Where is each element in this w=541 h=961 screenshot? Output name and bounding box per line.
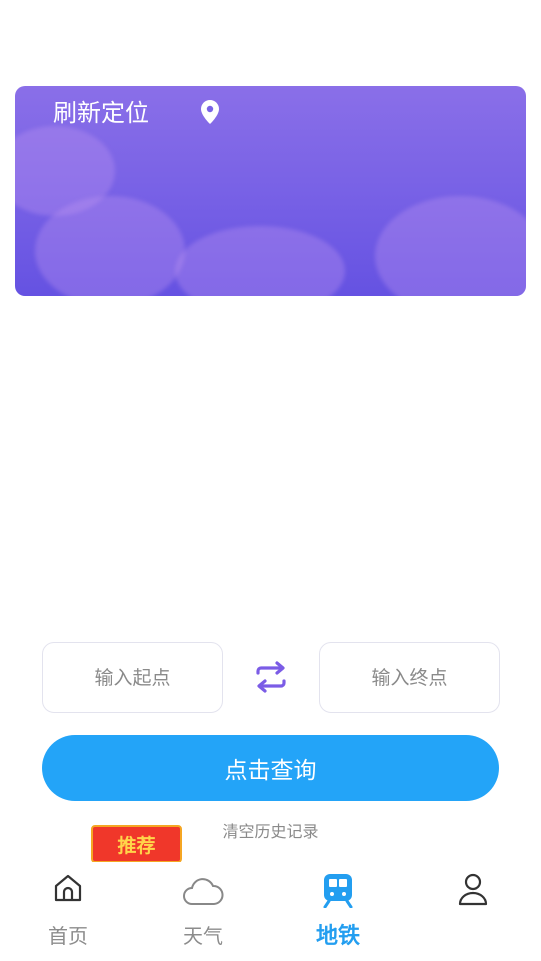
tab-home[interactable]: 首页 — [13, 862, 123, 961]
location-pin-icon[interactable] — [201, 100, 219, 124]
home-icon — [54, 874, 82, 902]
user-icon — [458, 873, 488, 906]
end-input[interactable] — [320, 666, 499, 689]
bottom-tab-bar: 首页 天气 地铁 — [0, 862, 541, 961]
cloud-decoration — [375, 196, 526, 296]
start-field[interactable] — [42, 642, 223, 713]
recommend-badge[interactable]: 推荐 — [91, 825, 182, 863]
cloud-decoration — [35, 196, 185, 296]
cloud-icon — [183, 878, 224, 905]
train-icon — [323, 874, 353, 908]
tab-label: 天气 — [183, 924, 223, 948]
cloud-decoration — [175, 226, 345, 296]
query-button[interactable]: 点击查询 — [42, 735, 499, 801]
end-field[interactable] — [319, 642, 500, 713]
tab-label: 首页 — [48, 924, 88, 948]
clear-history-link[interactable]: 清空历史记录 — [0, 818, 541, 842]
tab-subway[interactable]: 地铁 — [283, 862, 393, 961]
location-banner: 刷新定位 — [15, 86, 526, 296]
tab-label: 地铁 — [315, 924, 360, 949]
swap-icon[interactable] — [252, 661, 290, 693]
tab-profile[interactable] — [418, 862, 528, 961]
refresh-location-button[interactable]: 刷新定位 — [53, 98, 149, 128]
tab-weather[interactable]: 天气 — [148, 862, 258, 961]
start-input[interactable] — [43, 666, 222, 689]
